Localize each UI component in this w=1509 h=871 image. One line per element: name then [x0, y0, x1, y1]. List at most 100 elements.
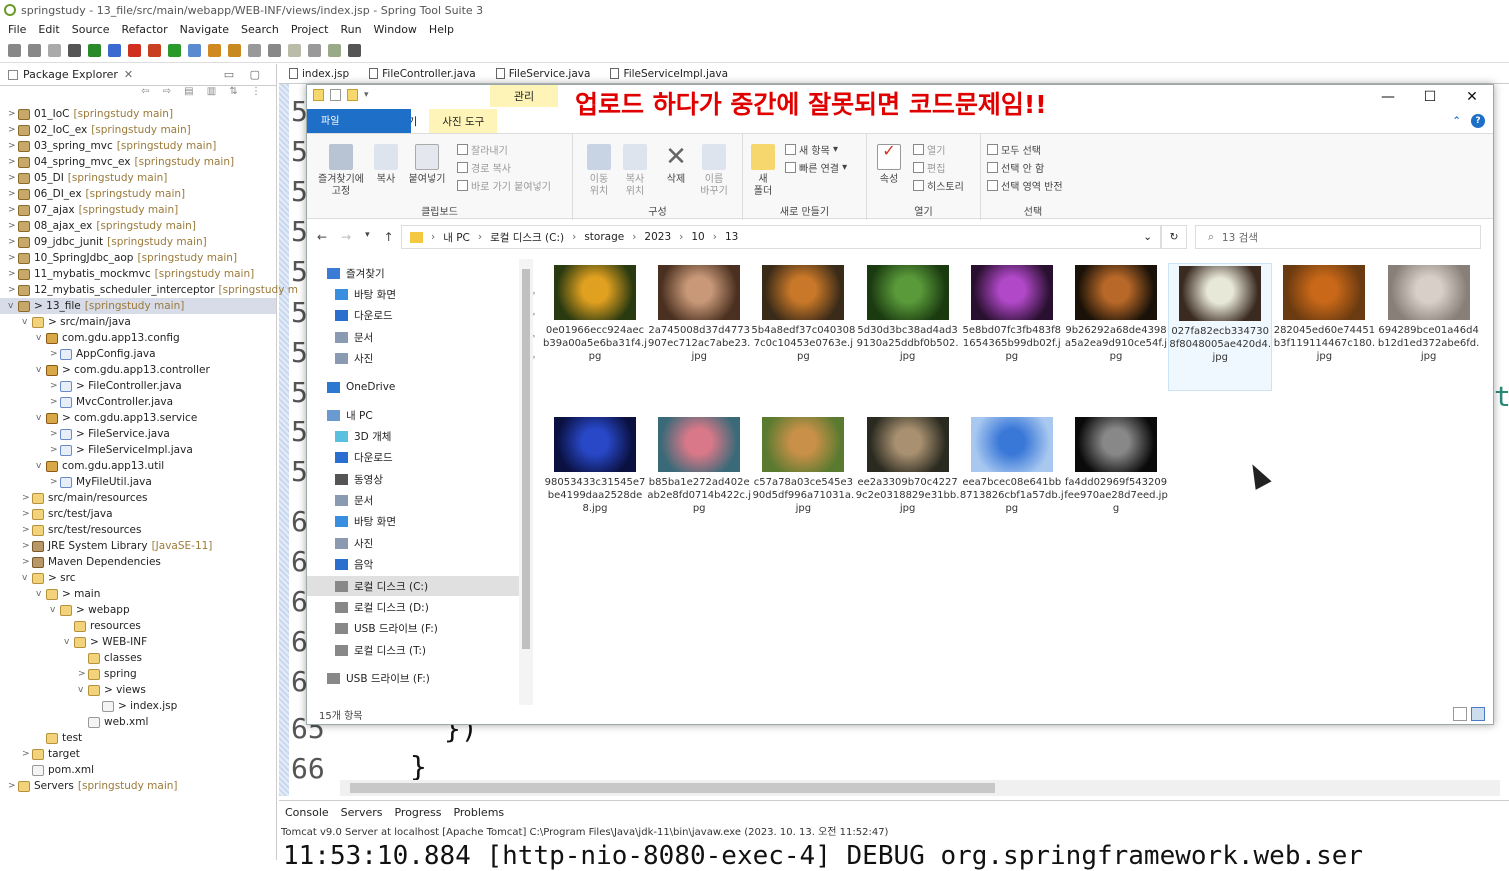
menu-navigate[interactable]: Navigate [180, 23, 229, 36]
qat-dropdown-icon[interactable]: ▾ [364, 90, 369, 100]
nav-scrollbar[interactable] [519, 259, 533, 705]
toolbar-icon[interactable] [148, 44, 161, 57]
tree-item[interactable]: >09_jdbc_junit [springstudy main] [8, 234, 207, 250]
tree-item[interactable]: >01_IoC [springstudy main] [8, 106, 173, 122]
tree-toggle-icon[interactable]: > [22, 541, 32, 551]
tree-item[interactable]: > spring [78, 666, 137, 682]
delete-button[interactable]: ✕ 삭제 [661, 144, 691, 186]
tree-toggle-icon[interactable]: v [22, 317, 32, 327]
tree-item[interactable]: > > FileService.java [50, 426, 170, 442]
tree-item[interactable]: web.xml [78, 714, 148, 730]
nav-item[interactable]: 로컬 디스크 (C:) [307, 576, 519, 596]
package-explorer-tab[interactable]: Package Explorer ✕ ▭ ▢ [0, 64, 276, 86]
file-item[interactable]: 027fa82ecb3347308f8048005ae420d4.jpg [1168, 263, 1273, 391]
new-folder-icon[interactable] [347, 89, 358, 101]
nav-item[interactable]: 즐겨찾기 [327, 263, 527, 283]
tree-item[interactable]: v > src/main/java [22, 314, 131, 330]
console-tab[interactable]: Console [285, 806, 329, 819]
toolbar-icon[interactable] [328, 44, 341, 57]
tree-item[interactable]: v com.gdu.app13.util [36, 458, 164, 474]
tree-toggle-icon[interactable]: v [36, 333, 46, 343]
tree-item[interactable]: classes [78, 650, 142, 666]
nav-scroll-thumb[interactable] [522, 269, 530, 649]
tree-toggle-icon[interactable]: v [8, 301, 18, 311]
file-item[interactable]: fa4dd02969f543209fee970ae28d7eed.jpg [1064, 417, 1168, 515]
explorer-toolbar[interactable]: ⇦ ⇨ ▤ ▥ ⇅ ⋮ [0, 86, 276, 106]
menu-window[interactable]: Window [374, 23, 417, 36]
minimize-icon[interactable]: — [1367, 85, 1409, 109]
breadcrumb-item[interactable]: storage [584, 231, 624, 243]
nav-item[interactable]: 로컬 디스크 (D:) [335, 597, 535, 617]
menu-search[interactable]: Search [241, 23, 279, 36]
file-item[interactable]: eea7bcec08e641bb8713826cbf1a57db.jpg [960, 417, 1064, 515]
tree-item[interactable]: v > 13_file [springstudy main] [0, 298, 276, 314]
breadcrumb-dropdown-icon[interactable]: ⌄ [1143, 231, 1152, 243]
edit-button[interactable]: 편집 [913, 160, 945, 175]
copy-path-button[interactable]: 경로 복사 [457, 160, 511, 175]
tree-item[interactable]: >11_mybatis_mockmvc [springstudy main] [8, 266, 254, 282]
file-item[interactable]: 282045ed60e74451b3f119114467c180.jpg [1272, 265, 1376, 363]
checkbox-icon[interactable] [330, 89, 341, 101]
paste-button[interactable]: 붙여넣기 [405, 144, 449, 186]
toolbar-icon[interactable] [308, 44, 321, 57]
tree-toggle-icon[interactable]: > [50, 477, 60, 487]
tree-toggle-icon[interactable]: > [50, 397, 60, 407]
tree-toggle-icon[interactable]: > [78, 669, 88, 679]
tree-toggle-icon[interactable]: v [50, 605, 60, 615]
copy-button[interactable]: 복사 [371, 144, 401, 186]
file-item[interactable]: 9b26292a68de4398a5a2ea9d910ce54f.jpg [1064, 265, 1168, 363]
invert-selection-button[interactable]: 선택 영역 반전 [987, 178, 1063, 193]
tree-item[interactable]: > src/main/resources [22, 490, 148, 506]
file-item[interactable]: c57a78a03ce545e390d5df996a71031a.jpg [751, 417, 855, 515]
menu-edit[interactable]: Edit [38, 23, 59, 36]
file-item[interactable]: 98053433c31545e7be4199daa2528de8.jpg [543, 417, 647, 515]
tree-toggle-icon[interactable]: > [50, 349, 60, 359]
toolbar-icon[interactable] [8, 44, 21, 57]
tree-item[interactable]: v com.gdu.app13.config [36, 330, 180, 346]
new-item-button[interactable]: 새 항목 ▾ [785, 142, 838, 157]
nav-item[interactable]: 로컬 디스크 (T:) [335, 640, 535, 660]
tree-item[interactable]: > target [22, 746, 80, 762]
toolbar-icon[interactable] [248, 44, 261, 57]
tree-toggle-icon[interactable]: v [36, 461, 46, 471]
address-breadcrumb[interactable]: › 내 PC › 로컬 디스크 (C:) › storage › 2023 › 10 › 13 ⌄ [401, 225, 1161, 249]
properties-button[interactable]: ✓ 속성 [873, 143, 905, 186]
tree-item[interactable]: >05_DI [springstudy main] [8, 170, 167, 186]
select-all-button[interactable]: 모두 선택 [987, 142, 1041, 157]
file-item[interactable]: 5b4a8edf37c0403087c0c10453e0763e.jpg [751, 265, 855, 363]
tree-item[interactable]: > src/test/java [22, 506, 113, 522]
toolbar-icon[interactable] [208, 44, 221, 57]
paste-shortcut-button[interactable]: 바로 가기 붙여넣기 [457, 178, 551, 193]
refresh-icon[interactable]: ↻ [1161, 225, 1187, 249]
new-folder-button[interactable]: 새 폴더 [749, 144, 777, 198]
tree-toggle-icon[interactable]: > [8, 237, 18, 247]
chevron-up-icon[interactable]: ⌃ [1452, 115, 1461, 127]
menu-project[interactable]: Project [291, 23, 329, 36]
easy-access-button[interactable]: 빠른 연결 ▾ [785, 160, 847, 175]
breadcrumb-item[interactable]: 2023 [644, 231, 671, 243]
nav-item[interactable]: 문서⊸ [335, 327, 535, 347]
tree-toggle-icon[interactable]: > [50, 429, 60, 439]
tree-toggle-icon[interactable]: v [64, 637, 74, 647]
tree-toggle-icon[interactable]: > [8, 173, 18, 183]
tree-item[interactable]: >12_mybatis_scheduler_interceptor [spring… [8, 282, 298, 298]
breadcrumb-item[interactable]: 13 [725, 231, 738, 243]
tree-toggle-icon[interactable]: > [22, 749, 32, 759]
tree-item[interactable]: > Maven Dependencies [22, 554, 161, 570]
panel-minmax-icons[interactable]: ▭ ▢ [224, 68, 266, 81]
tree-item[interactable]: v > main [36, 586, 100, 602]
menu-help[interactable]: Help [429, 23, 454, 36]
editor-tab[interactable]: index.jsp [279, 64, 359, 84]
tree-toggle-icon[interactable]: v [36, 365, 46, 375]
tree-toggle-icon[interactable]: > [8, 781, 18, 791]
file-item[interactable]: 0e01966ecc924aecb39a00a5e6ba31f4.jpg [543, 265, 647, 363]
toolbar-icon[interactable] [68, 44, 81, 57]
close-icon[interactable]: ✕ [124, 68, 133, 81]
tree-toggle-icon[interactable]: v [22, 573, 32, 583]
search-box[interactable]: ⌕ 13 검색 [1195, 225, 1481, 249]
help-icon[interactable]: ? [1471, 114, 1485, 128]
nav-item[interactable]: 사진 [335, 533, 535, 553]
tree-toggle-icon[interactable]: > [50, 381, 60, 391]
recent-dropdown-icon[interactable]: ▾ [365, 230, 370, 244]
tree-item[interactable]: test [36, 730, 82, 746]
